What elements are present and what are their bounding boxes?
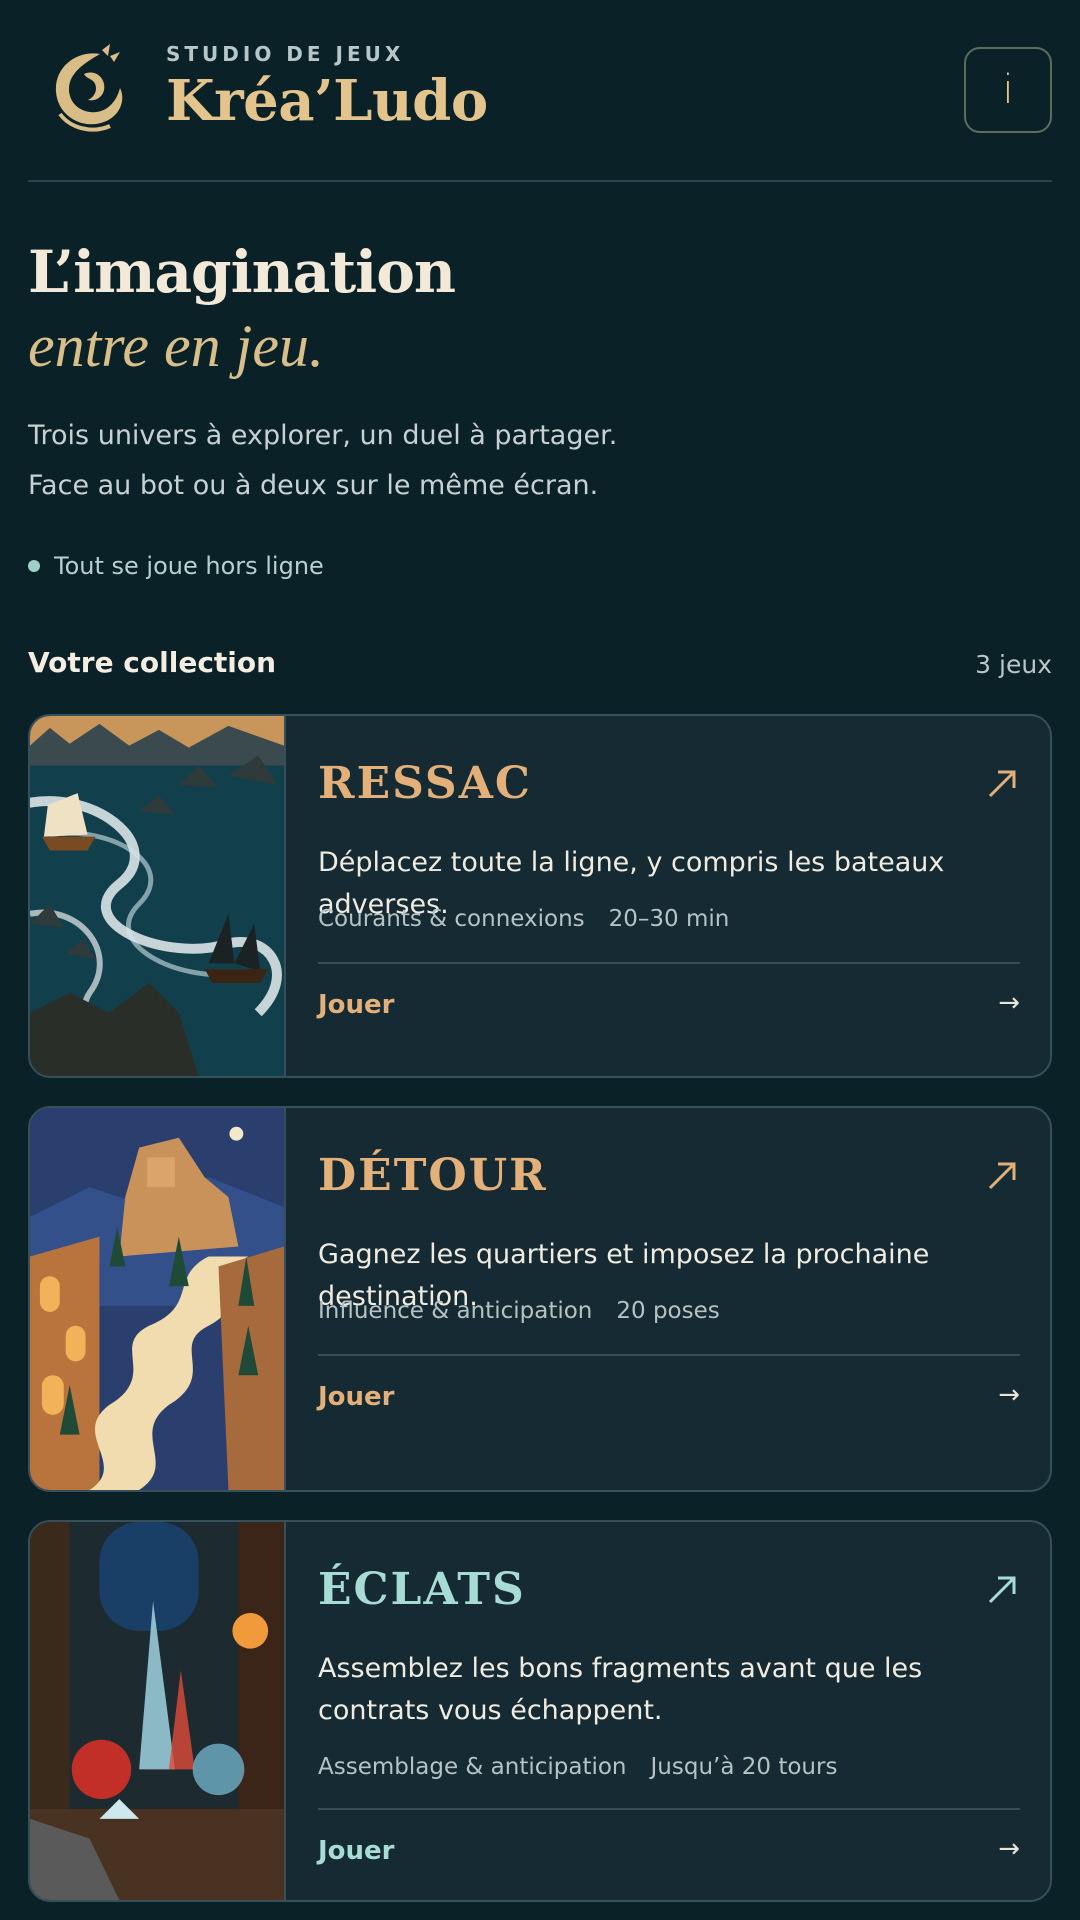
game-tag: Courants & connexions (318, 906, 585, 932)
external-arrow-icon[interactable] (984, 1158, 1020, 1194)
card-divider (318, 1808, 1020, 1810)
game-meta: Assemblage & anticipation Jusqu’à 20 tour… (318, 1754, 837, 1780)
card-divider (318, 962, 1020, 964)
game-card-body: RESSAC Déplacez toute la ligne, y compri… (318, 716, 1020, 1076)
play-arrow-icon[interactable]: → (998, 1834, 1020, 1864)
game-meta: Influence & anticipation 20 poses (318, 1298, 720, 1324)
info-button[interactable]: i (964, 47, 1052, 133)
external-arrow-icon[interactable] (984, 1572, 1020, 1608)
game-card-body: DÉTOUR Gagnez les quartiers et imposez l… (318, 1108, 1020, 1490)
card-divider (318, 1354, 1020, 1356)
collection-title: Votre collection (28, 646, 277, 679)
hero-title: L’imagination (28, 238, 456, 306)
game-tag: Influence & anticipation (318, 1298, 593, 1324)
game-duration: Jusqu’à 20 tours (650, 1754, 838, 1780)
play-arrow-icon[interactable]: → (998, 1380, 1020, 1410)
brand-name: Kréa’Ludo (166, 68, 488, 134)
game-art-ressac (30, 716, 286, 1076)
game-art-eclats (30, 1522, 286, 1900)
game-title: DÉTOUR (318, 1150, 548, 1201)
status-dot-icon (28, 560, 40, 572)
play-button[interactable]: Jouer (318, 990, 395, 1020)
game-card-ressac[interactable]: RESSAC Déplacez toute la ligne, y compri… (28, 714, 1052, 1078)
offline-indicator: Tout se joue hors ligne (28, 552, 324, 580)
play-button[interactable]: Jouer (318, 1382, 395, 1412)
play-arrow-icon[interactable]: → (998, 988, 1020, 1018)
game-description: Assemblez les bons fragments avant que l… (318, 1653, 923, 1726)
home-page: STUDIO DE JEUX Kréa’Ludo i L’imagination… (28, 0, 1052, 1920)
game-title: ÉCLATS (318, 1564, 526, 1615)
play-button[interactable]: Jouer (318, 1836, 395, 1866)
game-duration: 20 poses (616, 1298, 720, 1324)
game-card-detour[interactable]: DÉTOUR Gagnez les quartiers et imposez l… (28, 1106, 1052, 1492)
offline-label: Tout se joue hors ligne (54, 552, 324, 580)
game-art-detour (30, 1108, 286, 1490)
game-title: RESSAC (318, 758, 532, 809)
app-header: STUDIO DE JEUX Kréa’Ludo i (28, 0, 1052, 182)
external-arrow-icon[interactable] (984, 766, 1020, 802)
game-meta: Courants & connexions 20–30 min (318, 906, 729, 932)
intro-line-2: Face au bot ou à deux sur le même écran. (28, 470, 599, 501)
intro-line-1: Trois univers à explorer, un duel à part… (28, 420, 618, 451)
collection-count: 3 jeux (975, 650, 1052, 679)
dragon-logo-icon (40, 44, 128, 136)
game-card-eclats[interactable]: ÉCLATS Assemblez les bons fragments avan… (28, 1520, 1052, 1902)
hero-subtitle: entre en jeu. (28, 313, 324, 379)
game-card-body: ÉCLATS Assemblez les bons fragments avan… (318, 1522, 1020, 1900)
studio-label: STUDIO DE JEUX (166, 42, 405, 66)
game-duration: 20–30 min (608, 906, 730, 932)
game-tag: Assemblage & anticipation (318, 1754, 627, 1780)
